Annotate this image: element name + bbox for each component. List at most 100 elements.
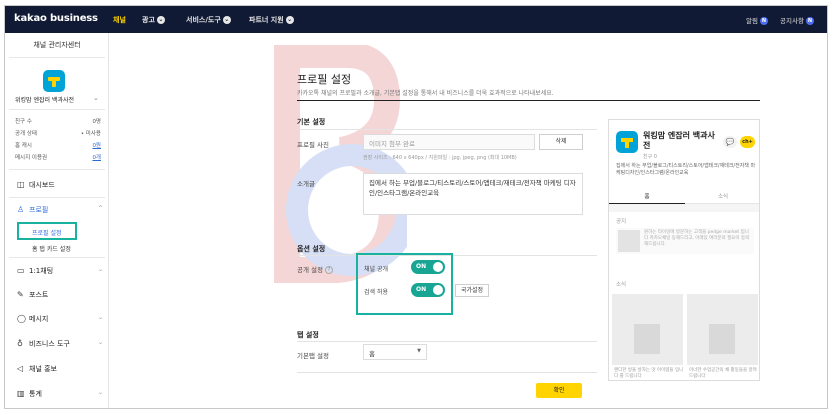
divider xyxy=(9,169,105,170)
stat-label: 공개 상태 xyxy=(15,131,37,137)
search-allow-toggle[interactable]: ON xyxy=(411,283,445,297)
confirm-button[interactable]: 확인 xyxy=(536,383,582,398)
profile-icon: ♙ xyxy=(17,205,25,214)
nav-item-ads[interactable]: 광고 ⌄ xyxy=(142,15,165,25)
sidebar-item-promotion[interactable]: ◁ 채널 홍보 xyxy=(17,364,103,376)
preview-notice-title: 공지 xyxy=(616,219,627,225)
news-card-caption: 랜디한 방울 살자는 맛 아이템들 입니다 를 드립니다 xyxy=(614,368,684,379)
channel-public-toggle[interactable]: ON xyxy=(411,260,445,274)
promotion-icon: ◁ xyxy=(17,364,24,373)
caret-down-icon: ▼ xyxy=(417,348,421,354)
help-icon[interactable]: ? xyxy=(325,266,333,274)
default-tab-label: 기본탭 설정 xyxy=(297,352,329,360)
chevron-down-icon: ⌄ xyxy=(156,16,165,24)
toggle-state: ON xyxy=(416,263,427,270)
nav-item-label: 서비스/도구 xyxy=(186,16,221,24)
toggle-knob xyxy=(433,262,443,272)
notices-link[interactable]: 공지사항 N xyxy=(780,15,814,25)
notice-text: 원하는 타이밍에 방문하는 고객을 pedge market 입니다 카카오채널… xyxy=(644,230,750,247)
chevron-down-icon: ⌄ xyxy=(97,389,103,396)
preview-description: 집에서 하는 부업/블로그/티스토리/스토어/앱테크/재테크/전자책 마케팅디자… xyxy=(616,163,756,176)
chevron-down-icon: ⌄ xyxy=(97,266,103,273)
highlight-box xyxy=(17,222,77,240)
profile-photo-input[interactable]: 이미지 첨부 완료 xyxy=(363,134,535,150)
channel-public-label: 채널 공개 xyxy=(364,266,388,273)
nav-item-label: 파트너 지원 xyxy=(249,16,284,24)
alerts-link[interactable]: 알림 N xyxy=(746,15,768,25)
profile-photo-label: 프로필 사진 xyxy=(297,141,329,149)
nav-item-services[interactable]: 서비스/도구 ⌄ xyxy=(186,15,231,25)
nav-item-channel[interactable]: 채널 xyxy=(113,15,126,25)
search-allow-label: 검색 허용 xyxy=(364,289,388,296)
toggle-state: ON xyxy=(416,286,427,293)
alerts-label: 알림 xyxy=(746,17,758,25)
stat-label: 홈 캐시 xyxy=(15,143,32,149)
menu-label: 채널 홍보 xyxy=(29,365,57,373)
new-badge: N xyxy=(805,17,814,25)
submenu-home-tab-card[interactable]: 홈 탭 카드 설정 xyxy=(32,244,71,253)
public-settings-text: 공개 설정 xyxy=(297,266,323,274)
divider xyxy=(297,372,597,373)
sidebar-item-profile[interactable]: ♙ 프로필 ^ xyxy=(17,205,103,217)
new-badge: N xyxy=(759,17,768,25)
preview-friends: 친구 0 xyxy=(643,154,657,160)
notices-label: 공지사항 xyxy=(780,17,804,25)
post-icon: ✎ xyxy=(17,290,24,299)
nav-item-partner[interactable]: 파트너 지원 ⌄ xyxy=(249,15,294,25)
sidebar-item-message[interactable]: ◯ 메시지 ⌄ xyxy=(17,314,103,326)
divider xyxy=(9,57,105,58)
sidebar-item-stats[interactable]: ▥ 통계 ⌄ xyxy=(17,389,103,401)
divider xyxy=(9,109,105,110)
menu-label: 포스트 xyxy=(29,291,49,299)
stat-value-link[interactable]: 0개 xyxy=(92,153,101,161)
page-title: 프로필 설정 xyxy=(297,73,352,86)
toggle-knob xyxy=(433,285,443,295)
section-title-tab: 탭 설정 xyxy=(297,331,319,339)
section-title-options: 옵션 설정 xyxy=(297,245,326,253)
browser-frame: kakao business 채널 광고 ⌄ 서비스/도구 ⌄ 파트너 지원 ⌄ 알림… xyxy=(4,5,828,409)
chat-bubble-icon: 💬 xyxy=(723,136,737,148)
stat-value-link[interactable]: 0원 xyxy=(92,141,101,149)
default-tab-select[interactable]: 홈 ▼ xyxy=(363,344,427,360)
stat-value: • 미사용 xyxy=(80,131,101,137)
chevron-down-icon: ⌄ xyxy=(285,16,294,24)
kakao-business-logo[interactable]: kakao business xyxy=(14,13,98,24)
chevron-up-icon: ^ xyxy=(97,205,103,212)
divider xyxy=(297,341,597,342)
sidebar-title: 채널 관리자센터 xyxy=(33,41,81,49)
sidebar-item-dashboard[interactable]: ◫ 대시보드 xyxy=(17,180,103,192)
channel-add-icon: ch+ xyxy=(740,136,755,148)
country-settings-button[interactable]: 국가설정 xyxy=(455,284,489,297)
stat-message-voucher: 메시지 이용권 0개 xyxy=(15,153,101,162)
preview-tabs: 홈 소식 xyxy=(609,188,759,205)
sidebar-item-business-tools[interactable]: ♁ 비즈니스 도구 ⌄ xyxy=(17,339,103,351)
channel-logo-icon xyxy=(616,131,638,153)
preview-tab-news: 소식 xyxy=(717,194,729,200)
delete-button[interactable]: 삭제 xyxy=(539,134,583,150)
news-card-image xyxy=(687,294,758,365)
menu-label: 대시보드 xyxy=(29,181,55,189)
preview-news-title: 소식 xyxy=(616,282,627,288)
divider xyxy=(297,129,597,130)
sidebar: 채널 관리자센터 위킹맘 엔잡러 백과사전 ⌄ 친구 수 0명 공개 상태 • 미사… xyxy=(5,33,109,408)
menu-label: 통계 xyxy=(29,390,42,398)
preview-channel-name: 워킹맘 엔잡러 백과사전 xyxy=(643,131,715,150)
news-card-caption: 이너한 수업공간의 채 활동들을 알려드립니다 xyxy=(689,368,757,379)
section-title-basic: 기본 설정 xyxy=(297,118,326,126)
nav-item-label: 광고 xyxy=(142,16,155,24)
business-tool-icon: ♁ xyxy=(17,339,23,348)
sidebar-item-post[interactable]: ✎ 포스트 xyxy=(17,290,103,302)
public-settings-label: 공개 설정? xyxy=(297,264,333,274)
chevron-down-icon[interactable]: ⌄ xyxy=(93,94,99,102)
divider xyxy=(609,204,759,212)
page-description: 카카오톡 채널의 프로필과 소개글, 기본탭 설정을 통해서 내 비즈니스를 더… xyxy=(297,90,554,97)
intro-label: 소개글 xyxy=(297,180,315,188)
stat-label: 친구 수 xyxy=(15,119,32,125)
notice-thumbnail xyxy=(618,230,640,252)
intro-textarea[interactable]: 집에서 하는 부업/블로그/티스토리/스토어/앱테크/재테크/전자책 마케팅 디… xyxy=(363,173,583,215)
chevron-down-icon: ⌄ xyxy=(97,314,103,321)
sidebar-item-chat[interactable]: ▭ 1:1채팅 ⌄ xyxy=(17,266,103,278)
chevron-down-icon: ⌄ xyxy=(97,339,103,346)
top-navigation: kakao business 채널 광고 ⌄ 서비스/도구 ⌄ 파트너 지원 ⌄ 알림… xyxy=(5,6,827,33)
divider xyxy=(9,257,105,258)
